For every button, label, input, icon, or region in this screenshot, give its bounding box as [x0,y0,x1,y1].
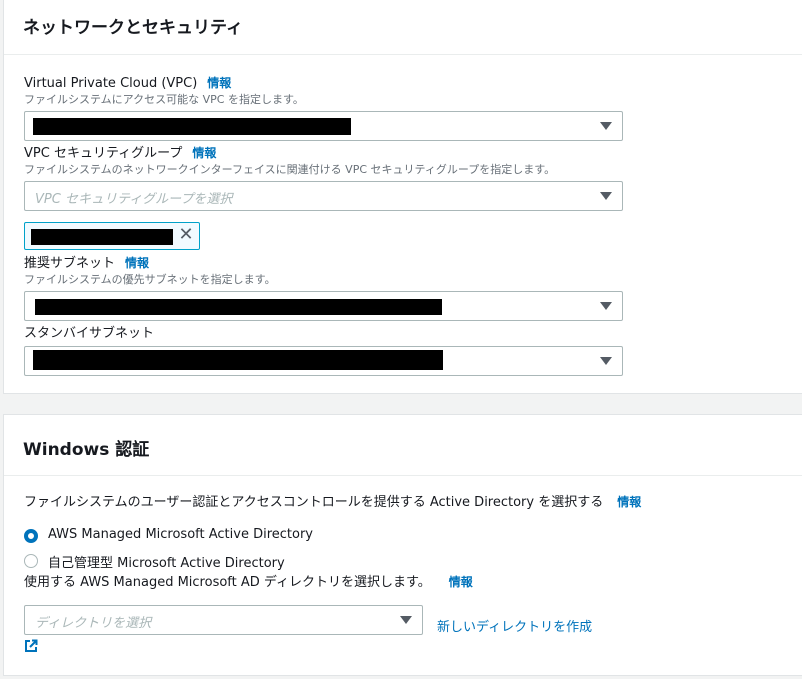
directory-info-link[interactable]: 情報 [449,575,473,589]
preferred-subnet-info-link[interactable]: 情報 [125,256,149,270]
security-group-label-row: VPC セキュリティグループ 情報 [24,142,216,161]
vpc-label-row: Virtual Private Cloud (VPC) 情報 [24,72,231,91]
radio-self-managed-label[interactable]: 自己管理型 Microsoft Active Directory [48,552,285,571]
standby-subnet-select[interactable] [24,346,623,376]
external-link-icon[interactable] [24,639,38,653]
redacted-value [31,229,173,245]
radio-aws-managed[interactable] [24,529,38,543]
redacted-value [33,118,351,135]
vpc-label: Virtual Private Cloud (VPC) [24,76,198,91]
directory-description: 使用する AWS Managed Microsoft AD ディレクトリを選択し… [24,575,431,590]
security-group-select[interactable]: VPC セキュリティグループを選択 [24,181,623,211]
security-group-label: VPC セキュリティグループ [24,146,183,161]
redacted-value [33,350,443,370]
caret-down-icon [600,302,612,310]
preferred-subnet-label-row: 推奨サブネット 情報 [24,252,149,271]
network-security-panel: ネットワークとセキュリティ Virtual Private Cloud (VPC… [3,0,802,394]
preferred-subnet-label: 推奨サブネット [24,256,116,271]
close-icon[interactable]: ✕ [177,225,195,245]
radio-aws-managed-label[interactable]: AWS Managed Microsoft Active Directory [48,527,313,542]
ad-intro-info-link[interactable]: 情報 [617,495,641,509]
panel-title: ネットワークとセキュリティ [23,18,243,38]
ad-intro-text: ファイルシステムのユーザー認証とアクセスコントロールを提供する Active D… [24,495,604,510]
windows-auth-panel: Windows 認証 ファイルシステムのユーザー認証とアクセスコントロールを提供… [3,414,802,676]
caret-down-icon [400,616,412,624]
directory-select[interactable]: ディレクトリを選択 [24,605,423,635]
radio-self-managed[interactable] [24,554,38,568]
redacted-value [35,299,442,315]
standby-subnet-label: スタンバイサブネット [24,326,155,341]
security-group-token: ✕ [24,222,200,250]
caret-down-icon [600,192,612,200]
directory-placeholder: ディレクトリを選択 [35,616,152,631]
directory-description-row: 使用する AWS Managed Microsoft AD ディレクトリを選択し… [24,571,473,590]
vpc-description: ファイルシステムにアクセス可能な VPC を指定します。 [24,93,304,106]
security-group-placeholder: VPC セキュリティグループを選択 [35,192,233,207]
vpc-info-link[interactable]: 情報 [207,76,231,90]
panel-header: ネットワークとセキュリティ [4,0,802,55]
panel-title: Windows 認証 [23,440,150,460]
caret-down-icon [600,357,612,365]
security-group-description: ファイルシステムのネットワークインターフェイスに関連付ける VPC セキュリティ… [24,163,556,176]
caret-down-icon [600,122,612,130]
preferred-subnet-select[interactable] [24,291,623,321]
create-directory-link[interactable]: 新しいディレクトリを作成 [437,616,592,635]
panel-header: Windows 認証 [4,415,802,476]
security-group-info-link[interactable]: 情報 [192,146,216,160]
vpc-select[interactable] [24,111,623,141]
preferred-subnet-description: ファイルシステムの優先サブネットを指定します。 [24,273,276,286]
ad-intro-row: ファイルシステムのユーザー認証とアクセスコントロールを提供する Active D… [24,491,641,510]
